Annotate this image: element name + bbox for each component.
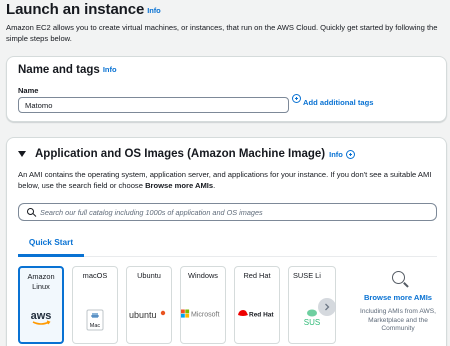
name-and-tags-heading: Name and tags Info (18, 64, 117, 76)
mac-logo-icon: Mac (73, 309, 117, 331)
redhat-logo-icon: Red Hat (235, 309, 279, 319)
ami-description-bold: Browse more AMIs (145, 181, 214, 190)
svg-text:aws: aws (31, 310, 52, 322)
name-and-tags-panel: Name and tagsInfo Name Add additional ta… (6, 56, 447, 122)
os-card-macos[interactable]: macOS Mac (72, 266, 118, 344)
browse-more-amis[interactable]: Browse more AMIs Including AMIs from AWS… (353, 264, 443, 334)
os-card-label: SUSE Li (293, 271, 321, 280)
ami-description-suffix: . (213, 181, 216, 190)
os-card-windows[interactable]: Windows Microsoft (180, 266, 226, 344)
add-additional-tags-button[interactable]: Add additional tags (292, 94, 373, 107)
ami-search-box[interactable] (18, 203, 437, 221)
chevron-right-icon (325, 303, 330, 311)
name-input[interactable] (18, 97, 289, 113)
search-icon (391, 271, 405, 284)
add-circle-icon (292, 94, 301, 103)
ami-search-input[interactable] (40, 207, 420, 217)
os-card-suse-linux[interactable]: SUSE Li SUS (288, 266, 336, 344)
os-card-label: Windows (188, 271, 218, 280)
search-icon (27, 207, 34, 215)
svg-text:Mac: Mac (90, 323, 101, 329)
svg-text:Microsoft: Microsoft (191, 312, 219, 319)
browse-more-amis-link[interactable]: Browse more AMIs (353, 293, 443, 302)
os-card-red-hat[interactable]: Red Hat Red Hat (234, 266, 280, 344)
browse-more-amis-description: Including AMIs from AWS, Marketplace and… (360, 308, 436, 332)
svg-text:ubuntu: ubuntu (129, 310, 157, 320)
svg-text:Red Hat: Red Hat (249, 312, 274, 319)
aws-logo-icon: aws (20, 310, 62, 326)
name-and-tags-title: Name and tags (18, 64, 100, 76)
page-info-link[interactable]: Info (147, 6, 160, 15)
os-card-label: macOS (82, 271, 108, 280)
tab-quick-start[interactable]: Quick Start (18, 230, 84, 257)
caret-down-icon[interactable] (18, 151, 26, 157)
page-description: Amazon EC2 allows you to create virtual … (6, 23, 438, 43)
windows-logo-icon: Microsoft (181, 309, 225, 319)
name-and-tags-info-link[interactable]: Info (103, 65, 117, 74)
add-circle-icon[interactable] (345, 149, 355, 159)
page-title-text: Launch an instance (6, 1, 145, 18)
os-card-label: Red Hat (243, 271, 271, 280)
ami-title: Application and OS Images (Amazon Machin… (35, 148, 326, 160)
application-os-images-panel: Application and OS Images (Amazon Machin… (6, 137, 447, 346)
os-card-label: Amazon Linux (27, 272, 55, 291)
add-additional-tags-label: Add additional tags (303, 98, 374, 107)
os-card-ubuntu[interactable]: Ubuntu ubuntu (126, 266, 172, 344)
os-card-label: Ubuntu (137, 271, 161, 280)
ami-description: An AMI contains the operating system, ap… (18, 169, 438, 191)
name-label: Name (18, 86, 39, 95)
ami-description-text: An AMI contains the operating system, ap… (18, 170, 432, 190)
os-card-amazon-linux[interactable]: Amazon Linux aws (18, 266, 64, 344)
ami-tabs: Quick Start (18, 230, 437, 257)
ubuntu-logo-icon: ubuntu (127, 309, 171, 321)
page-title: Launch an instance Info (6, 1, 161, 18)
ami-info-link[interactable]: Info (329, 150, 343, 159)
scroll-right-button[interactable] (318, 298, 336, 316)
svg-text:SUS: SUS (304, 318, 320, 327)
ami-heading[interactable]: Application and OS Images (Amazon Machin… (18, 148, 356, 160)
